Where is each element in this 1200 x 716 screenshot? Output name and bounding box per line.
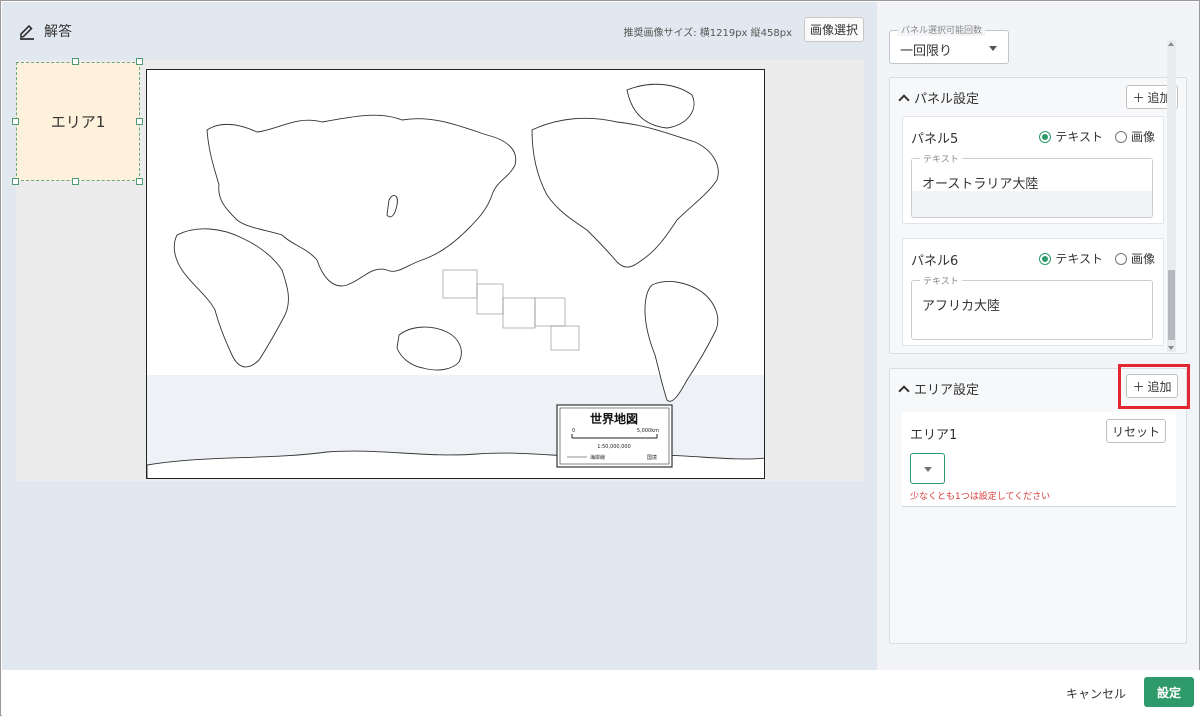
resize-handle[interactable] — [136, 58, 143, 65]
image-select-button[interactable]: 画像選択 — [804, 17, 864, 42]
map-title: 世界地図 — [590, 411, 638, 426]
panel-text-field[interactable]: テキスト オーストラリア大陸 — [911, 152, 1153, 218]
add-area-button[interactable]: ＋ 追加 — [1126, 374, 1178, 398]
resize-handle[interactable] — [72, 178, 79, 185]
area-region-label: エリア1 — [50, 113, 106, 131]
chevron-down-icon — [989, 46, 997, 51]
panel-text-label: テキスト — [920, 152, 962, 165]
panel-item: パネル5 テキスト 画像 テキスト オーストラリア大陸 — [902, 116, 1164, 224]
map-scale-ratio: 1:50,000,000 — [597, 444, 631, 450]
image-size-hint: 推奨画像サイズ: 横1219px 縦458px — [623, 28, 793, 39]
panel-select-count-label: パネル選択可能回数 — [898, 23, 986, 36]
panel-text-value: アフリカ大陸 — [922, 299, 1001, 314]
map-scale-end: 5,000km — [637, 428, 659, 434]
panel-select-count-dropdown[interactable]: パネル選択可能回数 一回限り — [889, 23, 1009, 64]
radio-image-label: 画像 — [1130, 130, 1155, 144]
panel-settings-title: パネル設定 — [914, 92, 980, 107]
image-canvas[interactable]: 世界地図 0 5,000km 1:50,000,000 海岸線 国境 — [16, 60, 864, 481]
panel-settings-header[interactable]: パネル設定 — [898, 88, 980, 107]
resize-handle[interactable] — [136, 118, 143, 125]
panel-list[interactable]: パネル5 テキスト 画像 テキスト オーストラリア大陸 パネル6 テキスト 画像… — [902, 116, 1167, 351]
radio-text[interactable] — [1039, 130, 1052, 143]
dialog-footer: キャンセル 設定 — [2, 670, 1200, 716]
confirm-button[interactable]: 設定 — [1144, 677, 1194, 707]
plus-icon: ＋ — [1132, 90, 1145, 105]
scroll-down-icon[interactable] — [1168, 346, 1174, 350]
resize-handle[interactable] — [12, 118, 19, 125]
map-scale-start: 0 — [572, 428, 575, 434]
radio-image-label: 画像 — [1130, 252, 1155, 266]
radio-image[interactable] — [1114, 130, 1127, 143]
chevron-up-icon — [898, 94, 910, 106]
area-region-1[interactable]: エリア1 — [16, 62, 140, 181]
panel-type-radio-group: テキスト 画像 — [1039, 250, 1155, 267]
panel-list-scrollbar[interactable] — [1167, 40, 1176, 352]
reset-button[interactable]: リセット — [1106, 419, 1166, 443]
area-settings-title: エリア設定 — [914, 383, 980, 398]
add-area-label: 追加 — [1147, 379, 1172, 394]
scrollbar-thumb[interactable] — [1168, 270, 1175, 340]
resize-handle[interactable] — [136, 178, 143, 185]
area-item-name: エリア1 — [910, 428, 958, 443]
radio-image[interactable] — [1114, 252, 1127, 265]
cancel-button[interactable]: キャンセル — [1058, 680, 1134, 706]
radio-text-label: テキスト — [1055, 130, 1103, 144]
panel-text-value: オーストラリア大陸 — [922, 177, 1039, 192]
area-panel-dropdown[interactable] — [910, 453, 945, 484]
panel-text-label: テキスト — [920, 274, 962, 287]
plus-icon: ＋ — [1132, 379, 1145, 394]
editor-title: 解答 — [44, 24, 72, 40]
chevron-up-icon — [898, 385, 910, 397]
world-map-image: 世界地図 0 5,000km 1:50,000,000 海岸線 国境 — [146, 69, 765, 479]
map-legend-border: 国境 — [647, 454, 657, 461]
scroll-up-icon[interactable] — [1168, 42, 1174, 46]
panel-item-name: パネル6 — [911, 254, 959, 269]
radio-text[interactable] — [1039, 252, 1052, 265]
edit-icon — [18, 22, 36, 40]
panel-item-name: パネル5 — [911, 132, 959, 147]
radio-text-label: テキスト — [1055, 252, 1103, 266]
resize-handle[interactable] — [72, 58, 79, 65]
panel-item: パネル6 テキスト 画像 テキスト アフリカ大陸 — [902, 238, 1164, 346]
panel-text-field[interactable]: テキスト アフリカ大陸 — [911, 274, 1153, 340]
panel-type-radio-group: テキスト 画像 — [1039, 128, 1155, 145]
area-item: エリア1 リセット 少なくとも1つは設定してください — [902, 412, 1176, 507]
resize-handle[interactable] — [12, 178, 19, 185]
map-legend-coast: 海岸線 — [590, 454, 605, 461]
dialog: 解答 推奨画像サイズ: 横1219px 縦458px 画像選択 世界地図 0 5… — [0, 0, 1200, 716]
settings-panel: パネル選択可能回数 一回限り パネル設定 ＋ 追加 パネル5 テキスト 画像 テ… — [877, 2, 1199, 670]
panel-settings-card: パネル設定 ＋ 追加 パネル5 テキスト 画像 テキスト オーストラリア大陸 パ… — [889, 77, 1187, 354]
panel-select-count-value: 一回限り — [900, 44, 953, 59]
area-settings-header[interactable]: エリア設定 — [898, 379, 980, 398]
area-settings-card: エリア設定 ＋ 追加 エリア1 リセット 少なくとも1つは設定してください — [889, 368, 1187, 644]
area-error-message: 少なくとも1つは設定してください — [910, 492, 1051, 502]
editor-header: 解答 — [18, 20, 72, 42]
